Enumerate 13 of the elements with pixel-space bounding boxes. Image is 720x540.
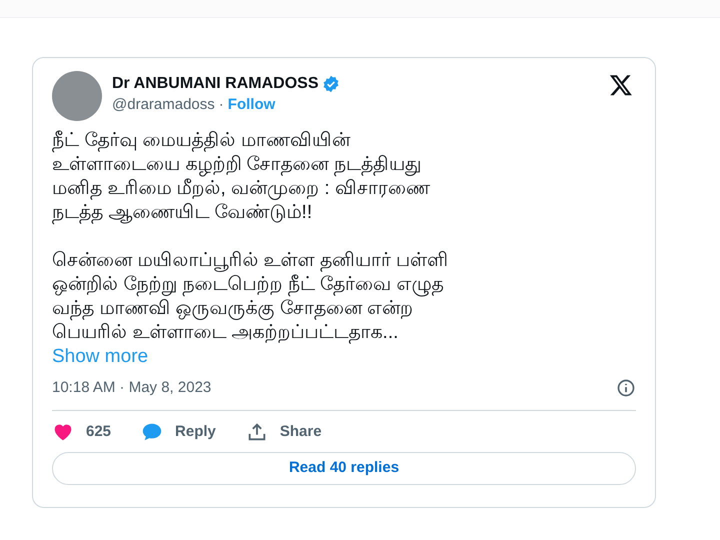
share-button[interactable]: Share — [246, 420, 322, 443]
like-button[interactable]: 625 — [52, 420, 112, 443]
reply-button[interactable]: Reply — [141, 420, 216, 443]
tweet-timestamp[interactable]: 10:18 AM · May 8, 2023 — [52, 377, 212, 400]
avatar-placeholder[interactable] — [52, 71, 102, 121]
read-replies-button[interactable]: Read 40 replies — [52, 452, 636, 485]
tweet-paragraph: நீட் தேர்வு மையத்தில் மாணவியின் உள்ளாடையை கழற்றி சோதனை நடத்தியது மனித உரிமை மீறல், வன்முறை : விசாரணை நடத்த ஆணையிட வேண்டும்!! — [52, 129, 431, 225]
separator-dot: · — [218, 95, 224, 115]
author-name[interactable]: Dr ANBUMANI RAMADOSS — [112, 74, 319, 94]
author-handle[interactable]: @draramadoss — [112, 95, 215, 115]
x-logo-icon[interactable] — [608, 73, 634, 97]
info-icon[interactable] — [616, 378, 636, 398]
tweet-paragraph: சென்னை மயிலாப்பூரில் உள்ள தனியார் பள்ளி ஒன்றில் நேற்று நடைபெற்ற நீட் தேர்வை எழுத வந்த மாணவி ஒருவருக்கு சோதனை என்ற பெயரில் உள்ளாடை அகற்றப்பட்டதாக... — [52, 249, 450, 345]
